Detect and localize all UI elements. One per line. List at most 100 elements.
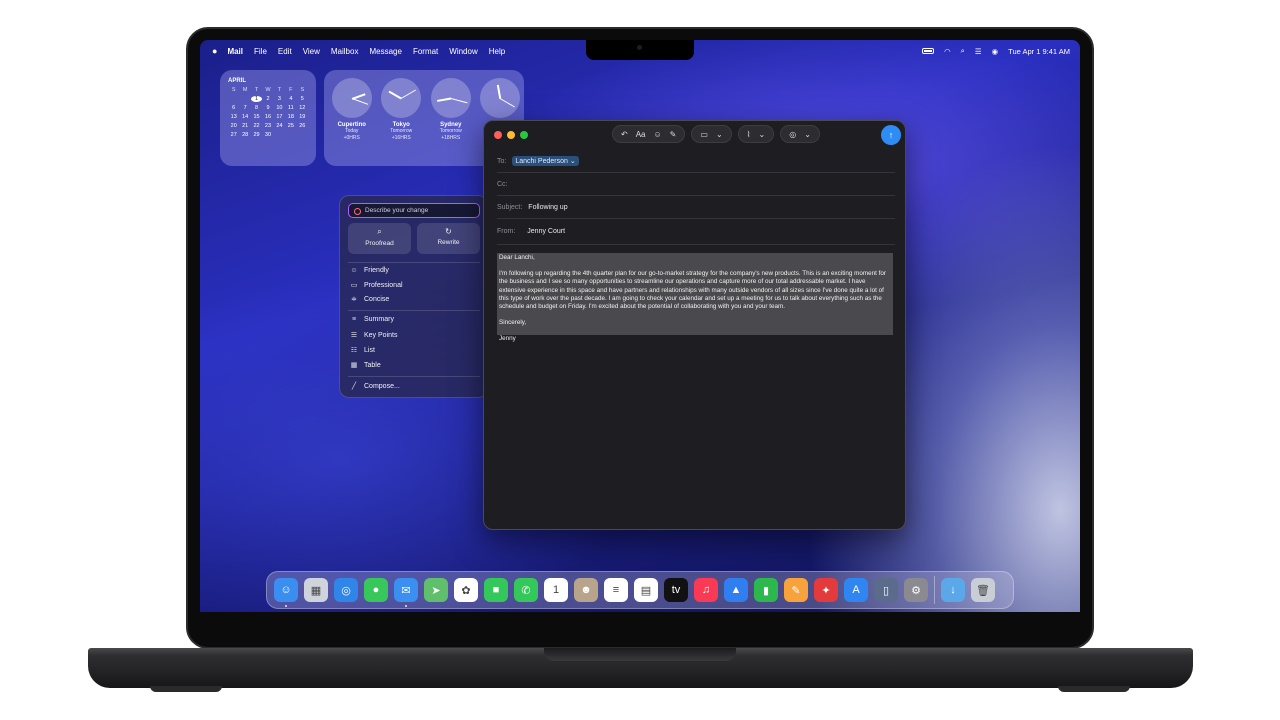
dock-maps-icon[interactable]: ➤ bbox=[424, 578, 448, 602]
to-field[interactable]: To: Lanchi Pederson ⌄ bbox=[497, 150, 895, 173]
summary-icon: ≡ bbox=[351, 316, 357, 323]
dock-finder-icon[interactable]: ☺ bbox=[274, 578, 298, 607]
siri-icon[interactable]: ◉ bbox=[992, 47, 999, 56]
dock-messages-icon[interactable]: ● bbox=[364, 578, 388, 602]
control-center-icon[interactable]: ☰ bbox=[975, 47, 982, 56]
format-list[interactable]: ☷ List bbox=[350, 346, 375, 355]
calendar-day: 23 bbox=[264, 123, 272, 129]
dock-tv-icon[interactable]: tv bbox=[664, 578, 688, 602]
clock-offset: +16HRS bbox=[391, 135, 411, 141]
divider bbox=[348, 376, 480, 377]
wifi-icon[interactable]: ◠ bbox=[944, 47, 951, 56]
window-controls bbox=[494, 131, 528, 139]
markup-icon: ◎ bbox=[789, 129, 797, 139]
send-button[interactable]: ↑ bbox=[881, 125, 901, 145]
rewrite-button[interactable]: ↻ Rewrite bbox=[417, 223, 480, 254]
battery-icon[interactable] bbox=[922, 48, 935, 54]
rewrite-icon: ↻ bbox=[445, 227, 452, 236]
search-icon[interactable]: ⌕ bbox=[961, 46, 965, 56]
calendar-weekday: S bbox=[300, 87, 305, 93]
toolbar-header-fields[interactable]: ▭ ⌄ bbox=[691, 125, 732, 143]
tone-friendly[interactable]: ☺ Friendly bbox=[350, 267, 388, 274]
zoom-button[interactable] bbox=[520, 131, 528, 139]
clock-day: Today bbox=[345, 128, 359, 134]
undo-icon[interactable]: ↶ bbox=[621, 130, 628, 139]
dock-calendar-icon[interactable]: 1 bbox=[544, 578, 568, 602]
tone-professional[interactable]: ▭ Professional bbox=[350, 281, 403, 290]
pencil-icon: ╱ bbox=[351, 383, 357, 390]
to-label: To: bbox=[497, 157, 507, 165]
writing-tools-icon[interactable]: ✎ bbox=[670, 130, 677, 139]
calendar-day bbox=[228, 96, 239, 102]
dock-launchpad-icon[interactable]: ▦ bbox=[304, 578, 328, 602]
menu-file[interactable]: File bbox=[254, 47, 267, 56]
dock-facetime-icon[interactable]: ■ bbox=[484, 578, 508, 602]
menu-message[interactable]: Message bbox=[369, 47, 401, 56]
table-icon: ▦ bbox=[350, 362, 358, 369]
menu-mailbox[interactable]: Mailbox bbox=[331, 47, 359, 56]
dock-rocketsim-icon[interactable]: ✦ bbox=[814, 578, 838, 602]
compose-label: Compose... bbox=[364, 382, 400, 390]
emoji-icon[interactable]: ☺ bbox=[654, 130, 662, 139]
dock-system-settings-icon[interactable]: ⚙ bbox=[904, 578, 928, 602]
tone-concise[interactable]: ≑ Concise bbox=[350, 295, 389, 304]
dock-downloads-icon[interactable]: ↓ bbox=[941, 578, 965, 602]
calendar-weekday: W bbox=[265, 87, 271, 93]
menu-clock[interactable]: Tue Apr 1 9:41 AM bbox=[1008, 47, 1070, 56]
dock-music-icon[interactable]: ♫ bbox=[694, 578, 718, 602]
menu-view[interactable]: View bbox=[303, 47, 320, 56]
calendar-day: 28 bbox=[242, 132, 249, 138]
menu-window[interactable]: Window bbox=[449, 47, 477, 56]
dock-numbers-icon[interactable]: ▮ bbox=[754, 578, 778, 602]
dock-contacts-icon[interactable]: ☻ bbox=[574, 578, 598, 602]
menu-format[interactable]: Format bbox=[413, 47, 438, 56]
calendar-weekday: T bbox=[254, 87, 259, 93]
clock-offset: +18HRS bbox=[441, 135, 461, 141]
recipient-token[interactable]: Lanchi Pederson ⌄ bbox=[512, 156, 579, 166]
close-button[interactable] bbox=[494, 131, 502, 139]
from-field[interactable]: From: Jenny Court bbox=[497, 219, 895, 245]
font-button[interactable]: Aa bbox=[636, 130, 646, 139]
calendar-grid: S M T W T F S 1 2 3 4 5 6 7 8 9 10 11 12 13 14 15 16 17 18 19 20 21… bbox=[228, 87, 308, 138]
dock-photos-icon[interactable]: ✿ bbox=[454, 578, 478, 602]
format-summary[interactable]: ≡ Summary bbox=[350, 316, 394, 323]
camera-notch bbox=[586, 40, 694, 60]
format-label: Summary bbox=[364, 316, 394, 323]
menu-app-name[interactable]: Mail bbox=[227, 47, 243, 56]
dock-iphone-mirroring-icon[interactable]: ▯ bbox=[874, 578, 898, 602]
cc-field[interactable]: Cc: bbox=[497, 173, 895, 196]
proofread-button[interactable]: ⌕ Proofread bbox=[348, 223, 411, 254]
compose-option[interactable]: ╱ Compose... bbox=[350, 382, 400, 391]
menu-help[interactable]: Help bbox=[489, 47, 505, 56]
dock-trash-icon[interactable]: 🗑 bbox=[971, 578, 995, 602]
calendar-day: 19 bbox=[299, 114, 306, 120]
format-key-points[interactable]: ☰ Key Points bbox=[350, 331, 398, 340]
dock-safari-icon[interactable]: ◎ bbox=[334, 578, 358, 602]
menu-edit[interactable]: Edit bbox=[278, 47, 292, 56]
dock-keynote-icon[interactable]: ▲ bbox=[724, 578, 748, 602]
calendar-day: 16 bbox=[264, 114, 272, 120]
subject-field[interactable]: Subject: Following up bbox=[497, 196, 895, 219]
dock-phone-icon[interactable]: ✆ bbox=[514, 578, 538, 602]
calendar-widget[interactable]: APRIL S M T W T F S 1 2 3 4 5 6 7 8 9 10 11 12 13 14 15 16 17 18… bbox=[220, 70, 316, 166]
toolbar-attach[interactable]: ⌇ ⌄ bbox=[737, 125, 775, 143]
calendar-day: 15 bbox=[253, 114, 260, 120]
format-label: Key Points bbox=[364, 331, 398, 339]
dock-notes-icon[interactable]: ▤ bbox=[634, 578, 658, 602]
dock-pages-icon[interactable]: ✎ bbox=[784, 578, 808, 602]
message-body-selected[interactable]: Dear Lanchi, I'm following up regarding … bbox=[497, 253, 893, 335]
calendar-day: 26 bbox=[299, 123, 306, 129]
body-paragraph: I'm following up regarding the 4th quart… bbox=[499, 270, 886, 311]
clock-face-icon bbox=[381, 78, 422, 118]
dock-app-store-icon[interactable]: A bbox=[844, 578, 868, 602]
toolbar-text-group: ↶ Aa ☺ ✎ bbox=[612, 125, 686, 143]
apple-menu-icon[interactable]: ● bbox=[212, 46, 217, 56]
toolbar-format-menu[interactable]: ◎ ⌄ bbox=[780, 125, 820, 143]
dock-mail-icon[interactable]: ✉ bbox=[394, 578, 418, 607]
cc-label: Cc: bbox=[497, 180, 508, 188]
minimize-button[interactable] bbox=[507, 131, 515, 139]
calendar-weekday: F bbox=[289, 87, 293, 93]
dock-reminders-icon[interactable]: ≡ bbox=[604, 578, 628, 602]
format-table[interactable]: ▦ Table bbox=[350, 361, 381, 370]
describe-change-input[interactable]: Describe your change bbox=[348, 203, 480, 218]
